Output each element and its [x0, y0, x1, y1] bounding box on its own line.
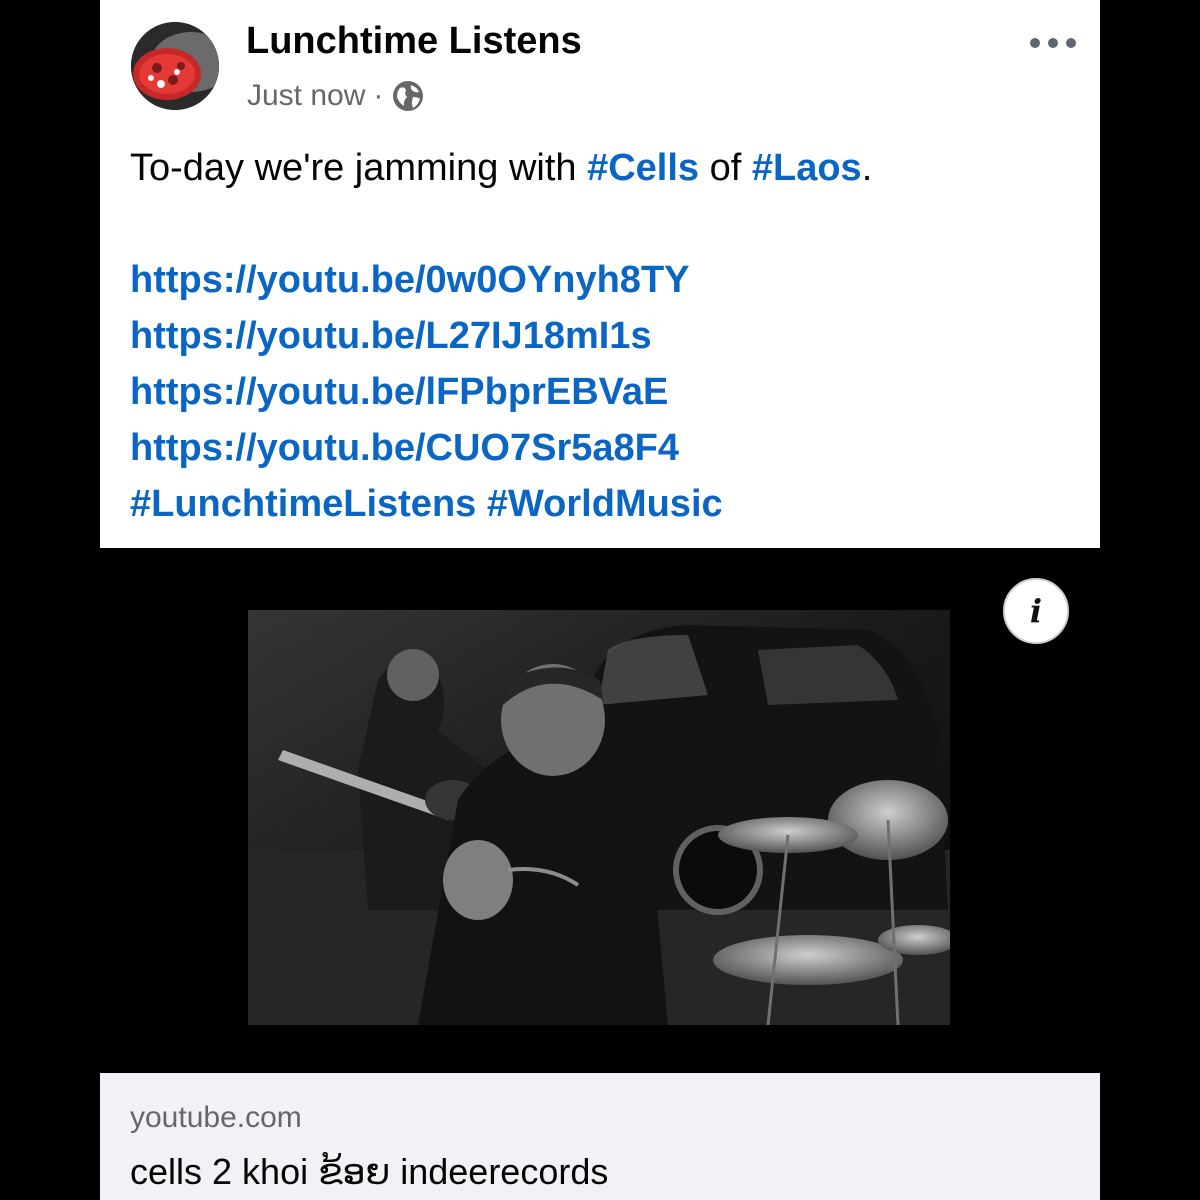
- post-timestamp[interactable]: Just now: [247, 79, 365, 113]
- globe-icon[interactable]: [391, 79, 425, 113]
- hashtag-lunchtimelistens[interactable]: #LunchtimeListens: [130, 483, 476, 525]
- link-preview-domain: youtube.com: [130, 1101, 302, 1134]
- intro-prefix: To-day we're jamming with: [130, 147, 588, 189]
- author-name[interactable]: Lunchtime Listens: [246, 18, 582, 64]
- hashtag-laos[interactable]: #Laos: [752, 147, 862, 189]
- link-preview[interactable]: youtube.com cells 2 khoi ຂ້ອຍ indeerecor…: [100, 1073, 1100, 1200]
- meta-separator: ·: [373, 79, 384, 112]
- intro-suffix: .: [861, 147, 873, 189]
- youtube-link-1[interactable]: https://youtu.be/0w0OYnyh8TY: [130, 252, 1080, 308]
- youtube-link-2[interactable]: https://youtu.be/L27IJ18mI1s: [130, 308, 1080, 364]
- author-avatar[interactable]: [131, 22, 219, 110]
- hashtag-worldmusic[interactable]: #WorldMusic: [487, 483, 723, 525]
- youtube-link-3[interactable]: https://youtu.be/lFPbprEBVaE: [130, 364, 1080, 420]
- post-card: Lunchtime Listens Just now · To-day we'r…: [100, 0, 1100, 548]
- intro-middle: of: [699, 147, 752, 189]
- video-thumbnail[interactable]: [248, 610, 950, 1025]
- post-meta: Just now ·: [247, 76, 425, 116]
- link-preview-title[interactable]: cells 2 khoi ຂ້ອຍ indeerecords: [130, 1151, 608, 1193]
- post-intro: To-day we're jamming with #Cells of #Lao…: [130, 140, 1080, 196]
- more-options-icon[interactable]: [1030, 38, 1076, 48]
- info-icon[interactable]: i: [1003, 578, 1069, 644]
- post-body: To-day we're jamming with #Cells of #Lao…: [130, 140, 1080, 532]
- youtube-link-4[interactable]: https://youtu.be/CUO7Sr5a8F4: [130, 420, 1080, 476]
- hashtag-cells[interactable]: #Cells: [587, 147, 699, 189]
- hashtag-line: #LunchtimeListens #WorldMusic: [130, 476, 1080, 532]
